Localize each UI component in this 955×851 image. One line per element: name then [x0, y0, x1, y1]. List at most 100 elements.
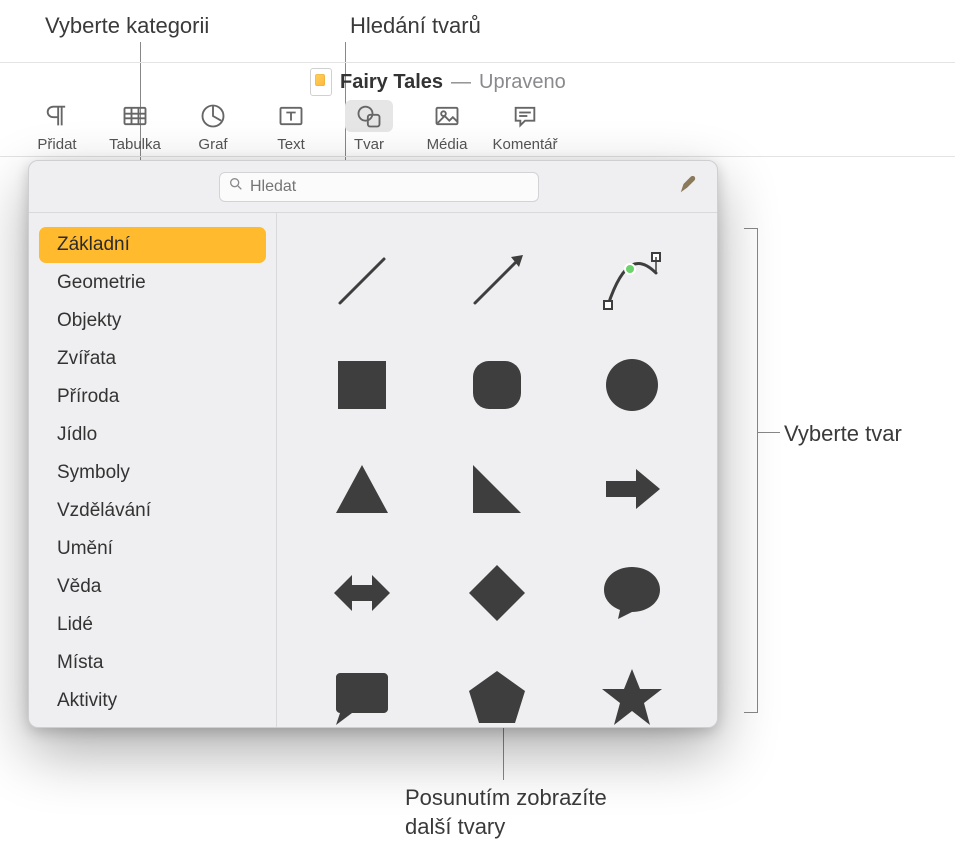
right-triangle-icon — [465, 457, 529, 527]
category-label: Základní — [57, 234, 130, 256]
arrow-line-icon — [465, 249, 529, 319]
chrome-divider — [0, 156, 955, 157]
shape-arrow-line[interactable] — [434, 235, 559, 333]
callout-line — [758, 432, 780, 433]
category-item[interactable]: Místa — [39, 645, 266, 681]
arrow-right-icon — [600, 457, 664, 527]
shape-grid[interactable] — [277, 213, 717, 727]
shape-pentagon[interactable] — [434, 651, 559, 727]
paragraph-icon — [33, 100, 81, 132]
shape-rounded-square[interactable] — [434, 339, 559, 437]
search-icon — [228, 175, 244, 198]
category-item[interactable]: Geometrie — [39, 265, 266, 301]
category-label: Aktivity — [57, 690, 117, 712]
category-label: Místa — [57, 652, 103, 674]
triangle-icon — [330, 457, 394, 527]
toolbar-label: Text — [277, 136, 305, 153]
table-icon — [111, 100, 159, 132]
toolbar-paragraph-button[interactable]: Přidat — [26, 100, 88, 153]
toolbar-label: Přidat — [37, 136, 76, 153]
line-icon — [330, 249, 394, 319]
category-label: Geometrie — [57, 272, 146, 294]
shape-triangle[interactable] — [299, 443, 424, 541]
bezier-icon — [600, 249, 664, 319]
category-label: Lidé — [57, 614, 93, 636]
shape-circle[interactable] — [570, 339, 695, 437]
category-item[interactable]: Symboly — [39, 455, 266, 491]
bracket-right — [744, 228, 758, 712]
toolbar-label: Média — [427, 136, 468, 153]
toolbar-comment-button[interactable]: Komentář — [494, 100, 556, 153]
shape-arrow-leftright[interactable] — [299, 547, 424, 645]
category-list[interactable]: Základní Geometrie Objekty Zvířata Příroda Jí… — [29, 213, 277, 727]
rounded-square-icon — [465, 353, 529, 423]
shape-diamond[interactable] — [434, 547, 559, 645]
shape-star[interactable] — [570, 651, 695, 727]
toolbar-label: Graf — [198, 136, 227, 153]
callout-select-shape: Vyberte tvar — [784, 420, 902, 449]
pen-icon — [678, 173, 700, 201]
category-item[interactable]: Aktivity — [39, 683, 266, 719]
toolbar-media-button[interactable]: Média — [416, 100, 478, 153]
toolbar-chart-button[interactable]: Graf — [182, 100, 244, 153]
category-label: Symboly — [57, 462, 130, 484]
category-item[interactable]: Zvířata — [39, 341, 266, 377]
square-icon — [330, 353, 394, 423]
category-item[interactable]: Jídlo — [39, 417, 266, 453]
category-item[interactable]: Objekty — [39, 303, 266, 339]
document-status: Upraveno — [479, 71, 566, 94]
search-field[interactable] — [219, 172, 539, 202]
document-icon — [310, 68, 332, 96]
pentagon-icon — [465, 665, 529, 727]
callout-category: Vyberte kategorii — [45, 12, 209, 41]
shape-icon — [345, 100, 393, 132]
category-label: Zvířata — [57, 348, 116, 370]
shapes-popover: Základní Geometrie Objekty Zvířata Příroda Jí… — [28, 160, 718, 728]
shape-square[interactable] — [299, 339, 424, 437]
category-label: Objekty — [57, 310, 121, 332]
toolbar-shape-button[interactable]: Tvar — [338, 100, 400, 153]
chart-icon — [189, 100, 237, 132]
category-label: Věda — [57, 576, 101, 598]
shape-bezier[interactable] — [570, 235, 695, 333]
callout-search: Hledání tvarů — [350, 12, 481, 41]
toolbar-table-button[interactable]: Tabulka — [104, 100, 166, 153]
shape-line[interactable] — [299, 235, 424, 333]
category-item[interactable]: Příroda — [39, 379, 266, 415]
category-label: Umění — [57, 538, 113, 560]
toolbar-label: Tvar — [354, 136, 384, 153]
shape-arrow-right[interactable] — [570, 443, 695, 541]
toolbar-label: Komentář — [492, 136, 557, 153]
category-item[interactable]: Základní — [39, 227, 266, 263]
toolbar-label: Tabulka — [109, 136, 161, 153]
media-icon — [423, 100, 471, 132]
shape-speech-bubble[interactable] — [570, 547, 695, 645]
bracket-bottom — [744, 712, 758, 713]
category-label: Vzdělávání — [57, 500, 151, 522]
speech-bubble-icon — [600, 561, 664, 631]
draw-shape-button[interactable] — [675, 173, 703, 201]
shape-quote-bubble[interactable] — [299, 651, 424, 727]
titlebar: Fairy Tales — Upraveno — [310, 68, 566, 96]
category-item[interactable]: Umění — [39, 531, 266, 567]
callout-scroll: Posunutím zobrazíte další tvary — [405, 784, 607, 841]
toolbar-text-button[interactable]: Text — [260, 100, 322, 153]
chrome-divider — [0, 62, 955, 63]
arrow-leftright-icon — [330, 561, 394, 631]
toolbar: Přidat Tabulka Graf Text Tvar Média Komentář — [26, 100, 556, 153]
shape-right-triangle[interactable] — [434, 443, 559, 541]
search-input[interactable] — [244, 177, 530, 197]
comment-icon — [501, 100, 549, 132]
text-icon — [267, 100, 315, 132]
document-title: Fairy Tales — [340, 71, 443, 94]
status-separator: — — [451, 71, 471, 94]
category-label: Příroda — [57, 386, 119, 408]
circle-icon — [600, 353, 664, 423]
quote-bubble-icon — [330, 665, 394, 727]
category-item[interactable]: Vzdělávání — [39, 493, 266, 529]
diamond-icon — [465, 561, 529, 631]
category-item[interactable]: Lidé — [39, 607, 266, 643]
popover-header — [29, 161, 717, 213]
category-item[interactable]: Věda — [39, 569, 266, 605]
bracket-top — [744, 228, 758, 229]
